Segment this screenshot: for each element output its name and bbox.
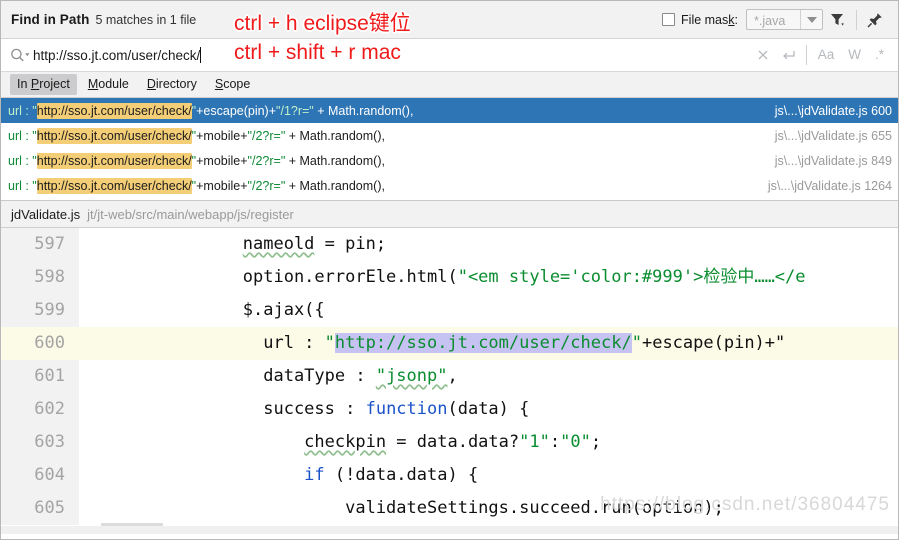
chevron-down-icon[interactable] [801, 10, 822, 29]
pin-icon[interactable] [860, 5, 890, 35]
code-text: success : function(data) { [263, 399, 530, 419]
result-match: http://sso.jt.com/user/check/ [36, 152, 192, 169]
code-line[interactable]: 603 checkpin = data.data?"1":"0"; [1, 426, 898, 459]
tab-module[interactable]: Module [81, 74, 136, 95]
code-text: url : "http://sso.jt.com/user/check/"+es… [263, 333, 786, 353]
result-file: js\...\jdValidate.js 849 [774, 153, 892, 168]
regex-toggle[interactable]: .* [869, 45, 890, 65]
code-text: dataType : "jsonp", [263, 366, 458, 386]
header-controls: File mask: *.java [662, 5, 890, 35]
result-match: http://sso.jt.com/user/check/ [36, 177, 192, 194]
text-caret [200, 47, 202, 63]
search-input[interactable]: http://sso.jt.com/user/check/ [33, 48, 200, 63]
breadcrumb: jdValidate.js jt/jt-web/src/main/webapp/… [1, 201, 898, 228]
table-row[interactable]: url : "http://sso.jt.com/user/check/"+es… [1, 98, 898, 123]
code-text: nameold = pin; [242, 234, 387, 254]
toolbar-divider [856, 9, 857, 30]
code-line[interactable]: 599 $.ajax({ [1, 294, 898, 327]
code-line[interactable]: 602 success : function(data) { [1, 393, 898, 426]
line-number: 600 [1, 327, 79, 360]
result-file: js\...\jdValidate.js 655 [774, 128, 892, 143]
filter-icon[interactable] [823, 5, 853, 35]
table-row[interactable]: url : "http://sso.jt.com/user/check/"+mo… [1, 148, 898, 173]
file-mask-combo[interactable]: *.java [746, 9, 823, 30]
close-icon[interactable] [751, 44, 775, 66]
match-summary: 5 matches in 1 file [95, 12, 197, 27]
table-row[interactable]: url : "http://sso.jt.com/user/check/"+mo… [1, 173, 898, 198]
code-line-active[interactable]: 600 url : "http://sso.jt.com/user/check/… [1, 327, 898, 360]
code-text: $.ajax({ [242, 300, 325, 320]
line-number: 605 [1, 492, 79, 525]
code-text: validateSettings.succeed.run(option); [345, 498, 724, 518]
line-number: 599 [1, 294, 79, 327]
code-preview[interactable]: 597 nameold = pin; 598 option.errorEle.h… [1, 228, 898, 534]
result-match: http://sso.jt.com/user/check/ [36, 102, 192, 119]
code-line[interactable]: 598 option.errorEle.html("<em style='col… [1, 261, 898, 294]
result-prefix: url : " [8, 128, 37, 143]
line-number: 603 [1, 426, 79, 459]
search-bar: http://sso.jt.com/user/check/ Aa W .* [1, 39, 898, 72]
line-number: 602 [1, 393, 79, 426]
tab-scope[interactable]: Scope [208, 74, 257, 95]
result-file: js\...\jdValidate.js 600 [774, 103, 892, 118]
find-in-path-dialog: Find in Path 5 matches in 1 file File ma… [0, 0, 899, 540]
result-match: http://sso.jt.com/user/check/ [36, 127, 192, 144]
code-line[interactable]: 601 dataType : "jsonp", [1, 360, 898, 393]
search-dropdown-icon[interactable] [9, 46, 31, 64]
whole-words-toggle[interactable]: W [842, 45, 867, 65]
dialog-header: Find in Path 5 matches in 1 file File ma… [1, 1, 898, 39]
file-mask-input[interactable]: *.java [747, 10, 801, 29]
result-prefix: url : " [8, 178, 37, 193]
line-number: 597 [1, 228, 79, 261]
search-options-divider [805, 45, 807, 65]
match-case-toggle[interactable]: Aa [812, 45, 841, 65]
code-text: if (!data.data) { [304, 465, 479, 485]
tab-in-project[interactable]: In Project [10, 74, 77, 95]
code-text: checkpin = data.data?"1":"0"; [304, 432, 602, 452]
result-prefix: url : " [8, 153, 37, 168]
breadcrumb-file[interactable]: jdValidate.js [11, 207, 80, 222]
code-line[interactable]: 605 validateSettings.succeed.run(option)… [1, 492, 898, 525]
page-title: Find in Path [11, 12, 90, 27]
return-arrow-icon[interactable] [777, 44, 801, 66]
code-line[interactable]: 597 nameold = pin; [1, 228, 898, 261]
search-options: Aa W .* [751, 44, 890, 66]
code-text: option.errorEle.html("<em style='color:#… [242, 267, 806, 287]
status-strip [1, 526, 898, 534]
tab-directory[interactable]: Directory [140, 74, 204, 95]
selected-url: http://sso.jt.com/user/check/ [334, 333, 632, 353]
breadcrumb-path[interactable]: jt/jt-web/src/main/webapp/js/register [87, 207, 294, 222]
results-list[interactable]: url : "http://sso.jt.com/user/check/"+es… [1, 98, 898, 201]
table-row[interactable]: url : "http://sso.jt.com/user/check/"+mo… [1, 123, 898, 148]
result-prefix: url : " [8, 103, 37, 118]
result-file: js\...\jdValidate.js 1264 [767, 178, 892, 193]
line-number: 598 [1, 261, 79, 294]
file-mask-label: File mask: [681, 12, 738, 27]
line-number: 604 [1, 459, 79, 492]
scope-tabs: In Project Module Directory Scope [1, 72, 898, 98]
line-number: 601 [1, 360, 79, 393]
file-mask-checkbox[interactable] [662, 13, 676, 26]
code-line[interactable]: 604 if (!data.data) { [1, 459, 898, 492]
